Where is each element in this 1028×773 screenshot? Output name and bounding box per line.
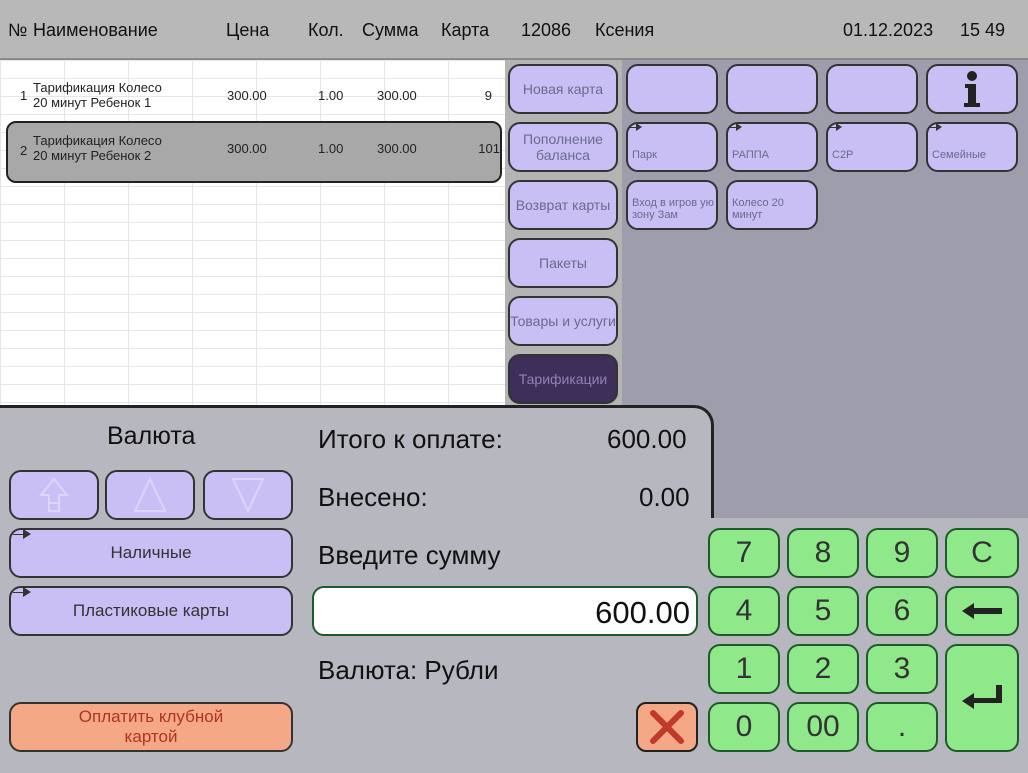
cashier-name: Ксения bbox=[595, 20, 655, 40]
currency-title: Валюта bbox=[107, 422, 196, 450]
receipt-header: № Наименование Цена Кол. Сумма Карта 120… bbox=[0, 0, 1028, 60]
info-icon bbox=[964, 71, 980, 107]
top-up-balance-button[interactable]: Пополнение баланса bbox=[508, 122, 618, 172]
amount-value: 600.00 bbox=[595, 595, 690, 630]
cash-button[interactable]: Наличные bbox=[9, 528, 293, 578]
key-decimal-point[interactable]: . bbox=[866, 702, 938, 752]
col-name-header: Наименование bbox=[33, 20, 158, 40]
table-row[interactable]: 1 Тарификация Колесо 20 минут Ребенок 1 … bbox=[0, 66, 500, 122]
row-price: 300.00 bbox=[227, 88, 267, 103]
key-0[interactable]: 0 bbox=[708, 702, 780, 752]
tariffs-button[interactable]: Тарификации bbox=[508, 354, 618, 404]
key-2[interactable]: 2 bbox=[787, 644, 859, 694]
key-00[interactable]: 00 bbox=[787, 702, 859, 752]
park-label: Парк bbox=[632, 149, 657, 162]
wheel-20min-label: Колесо 20 минут bbox=[732, 196, 784, 222]
play-zone-entry-label: Вход в игров ую зону Зам bbox=[632, 196, 714, 222]
new-card-button[interactable]: Новая карта bbox=[508, 64, 618, 114]
enter-key[interactable] bbox=[945, 644, 1019, 752]
down-arrow-icon bbox=[231, 478, 265, 513]
info-button[interactable] bbox=[926, 64, 1018, 114]
current-time: 15 49 bbox=[960, 20, 1006, 40]
close-icon bbox=[650, 710, 684, 744]
club-card-pay-button[interactable]: Оплатить клубной картой bbox=[9, 702, 293, 752]
receipt-table: 1 Тарификация Колесо 20 минут Ребенок 1 … bbox=[0, 60, 505, 405]
wheel-20min-tile[interactable]: Колесо 20 минут bbox=[726, 180, 818, 230]
page-up-button[interactable] bbox=[9, 470, 99, 520]
goods-services-button[interactable]: Товары и услуги bbox=[508, 296, 618, 346]
table-row[interactable]: 2 Тарификация Колесо 20 минут Ребенок 2 … bbox=[6, 121, 502, 183]
scroll-up-button[interactable] bbox=[105, 470, 195, 520]
folder-arrow-icon bbox=[928, 123, 942, 131]
clear-key[interactable]: C bbox=[945, 528, 1019, 578]
plastic-cards-label: Пластиковые карты bbox=[72, 601, 230, 620]
row-name-line2: 20 минут Ребенок 1 bbox=[33, 95, 152, 110]
cancel-button[interactable] bbox=[636, 702, 698, 752]
play-zone-entry-tile[interactable]: Вход в игров ую зону Зам bbox=[626, 180, 718, 230]
enter-amount-label: Введите сумму bbox=[318, 540, 501, 570]
terminal-number: 12086 bbox=[521, 20, 572, 40]
key-6[interactable]: 6 bbox=[866, 586, 938, 636]
empty-tile-3[interactable] bbox=[826, 64, 918, 114]
col-qty-header: Кол. bbox=[308, 20, 344, 40]
c2p-label: C2P bbox=[832, 149, 854, 162]
scroll-down-button[interactable] bbox=[203, 470, 293, 520]
total-label: Итого к оплате: bbox=[318, 424, 503, 454]
key-7[interactable]: 7 bbox=[708, 528, 780, 578]
enter-arrow-icon bbox=[962, 685, 1002, 709]
col-price-header: Цена bbox=[226, 20, 270, 40]
backspace-arrow-icon bbox=[962, 603, 1002, 619]
empty-tile-2[interactable] bbox=[726, 64, 818, 114]
key-4[interactable]: 4 bbox=[708, 586, 780, 636]
key-1[interactable]: 1 bbox=[708, 644, 780, 694]
currency-label: Валюта: Рубли bbox=[318, 655, 499, 685]
total-value: 600.00 bbox=[607, 424, 687, 454]
row-num: 2 bbox=[20, 143, 28, 158]
current-date: 01.12.2023 bbox=[843, 20, 934, 40]
key-8[interactable]: 8 bbox=[787, 528, 859, 578]
row-price: 300.00 bbox=[227, 141, 267, 156]
col-card-header: Карта bbox=[441, 20, 490, 40]
family-tile[interactable]: Семейные bbox=[926, 122, 1018, 172]
paid-value: 0.00 bbox=[639, 482, 690, 512]
folder-arrow-icon bbox=[13, 529, 31, 539]
row-sum: 300.00 bbox=[377, 88, 417, 103]
row-card: 9 bbox=[484, 88, 492, 103]
key-9[interactable]: 9 bbox=[866, 528, 938, 578]
return-card-button[interactable]: Возврат карты bbox=[508, 180, 618, 230]
folder-arrow-icon bbox=[828, 123, 842, 131]
row-card: 101 bbox=[478, 141, 500, 156]
backspace-key[interactable] bbox=[945, 586, 1019, 636]
folder-arrow-icon bbox=[728, 123, 742, 131]
c2p-tile[interactable]: C2P bbox=[826, 122, 918, 172]
key-3[interactable]: 3 bbox=[866, 644, 938, 694]
family-label: Семейные bbox=[932, 149, 986, 162]
col-sum-header: Сумма bbox=[362, 20, 419, 40]
row-name-line2: 20 минут Ребенок 2 bbox=[33, 148, 152, 163]
row-name-line1: Тарификация Колесо bbox=[33, 80, 162, 95]
park-tile[interactable]: Парк bbox=[626, 122, 718, 172]
plastic-cards-button[interactable]: Пластиковые карты bbox=[9, 586, 293, 636]
row-qty: 1.00 bbox=[318, 88, 344, 103]
row-qty: 1.00 bbox=[318, 141, 344, 156]
rappa-tile[interactable]: РАППА bbox=[726, 122, 818, 172]
up-arrow-icon bbox=[133, 477, 167, 512]
folder-arrow-icon bbox=[628, 123, 642, 131]
empty-tile-1[interactable] bbox=[626, 64, 718, 114]
double-up-arrow-icon bbox=[39, 477, 69, 512]
key-5[interactable]: 5 bbox=[787, 586, 859, 636]
row-sum: 300.00 bbox=[377, 141, 417, 156]
rappa-label: РАППА bbox=[732, 149, 769, 162]
amount-input[interactable]: 600.00 bbox=[312, 586, 698, 636]
row-num: 1 bbox=[20, 88, 28, 103]
col-num-header: № bbox=[8, 20, 28, 40]
paid-label: Внесено: bbox=[318, 482, 428, 512]
folder-arrow-icon bbox=[13, 587, 31, 597]
packages-button[interactable]: Пакеты bbox=[508, 238, 618, 288]
row-name-line1: Тарификация Колесо bbox=[33, 133, 162, 148]
cash-label: Наличные bbox=[110, 543, 192, 562]
